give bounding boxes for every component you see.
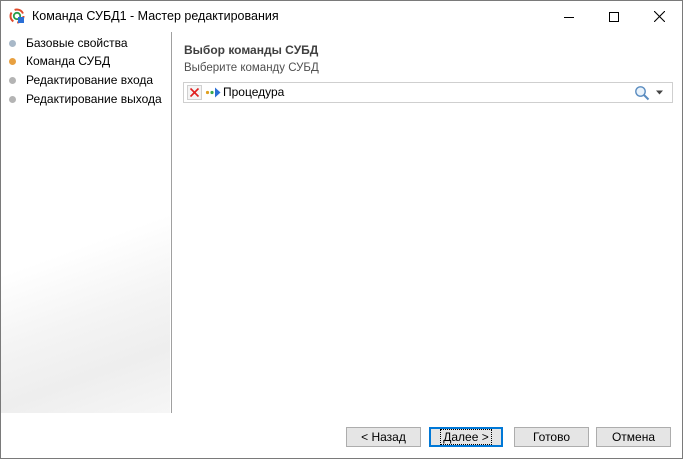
minimize-button[interactable] — [546, 1, 592, 32]
dbms-command-combobox[interactable]: Процедура — [183, 82, 673, 103]
finish-button[interactable]: Готово — [514, 427, 589, 447]
step-status-dot — [9, 76, 16, 84]
section-title: Выбор команды СУБД — [184, 43, 319, 57]
step-label: Команда СУБД — [26, 54, 111, 68]
minimize-icon — [564, 16, 574, 18]
title-bar: Команда СУБД1 - Мастер редактирования — [1, 1, 682, 32]
window-title: Команда СУБД1 - Мастер редактирования — [32, 9, 279, 23]
cancel-button-label: Отмена — [611, 430, 656, 444]
maximize-button[interactable] — [591, 1, 637, 32]
cancel-button[interactable]: Отмена — [596, 427, 671, 447]
command-value: Процедура — [223, 85, 285, 99]
close-button[interactable] — [636, 1, 682, 32]
finish-button-label: Готово — [532, 430, 571, 444]
next-button-label: Далее > — [440, 429, 492, 445]
step-dbms-command[interactable]: Команда СУБД — [9, 53, 110, 69]
section-subtitle: Выберите команду СУБД — [184, 62, 319, 74]
step-status-dot — [9, 95, 16, 103]
procedure-icon — [205, 87, 221, 98]
close-icon — [653, 11, 665, 22]
step-label: Редактирование входа — [26, 73, 154, 87]
wizard-app-icon — [9, 8, 25, 24]
back-button[interactable]: < Назад — [346, 427, 421, 447]
back-button-label: < Назад — [361, 430, 406, 444]
step-status-dot — [9, 57, 16, 65]
red-x-icon[interactable] — [187, 85, 202, 100]
step-status-dot — [9, 39, 16, 47]
step-edit-input[interactable]: Редактирование входа — [9, 72, 153, 88]
wizard-window: Команда СУБД1 - Мастер редактирования Ба… — [0, 0, 683, 459]
chevron-down-icon[interactable] — [656, 90, 663, 95]
panel-splitter — [171, 32, 172, 413]
maximize-icon — [609, 11, 619, 22]
step-label: Базовые свойства — [26, 36, 128, 50]
wizard-steps-panel: Базовые свойства Команда СУБД Редактиров… — [1, 32, 170, 413]
step-edit-output[interactable]: Редактирование выхода — [9, 91, 162, 107]
step-label: Редактирование выхода — [26, 92, 162, 106]
next-button[interactable]: Далее > — [429, 427, 503, 447]
magnifier-icon[interactable] — [634, 85, 650, 101]
step-base-properties[interactable]: Базовые свойства — [9, 35, 128, 51]
